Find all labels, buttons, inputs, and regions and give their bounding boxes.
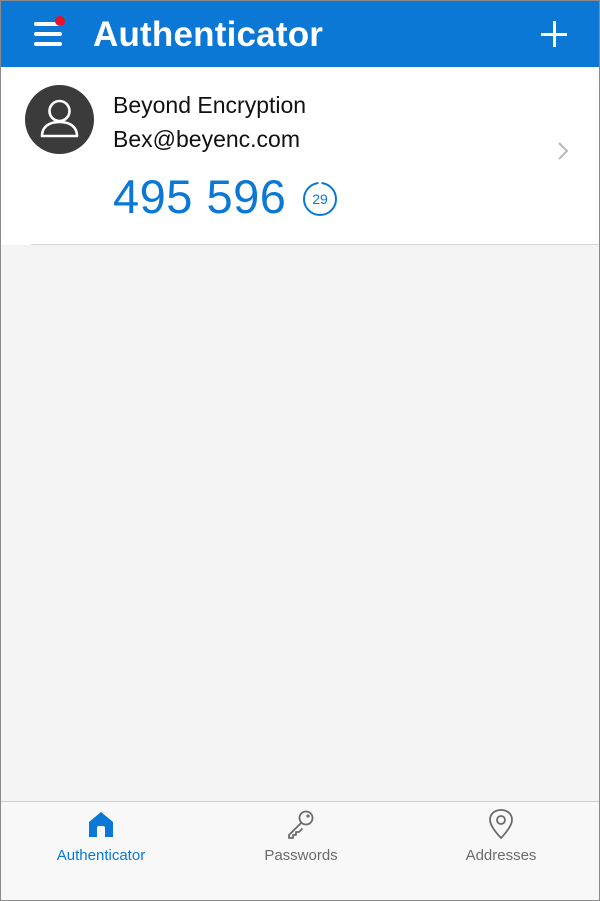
key-icon: [285, 808, 317, 840]
page-title: Authenticator: [93, 15, 324, 54]
tab-passwords-label: Passwords: [264, 847, 338, 864]
tab-addresses-label: Addresses: [465, 847, 537, 864]
notification-dot-icon: [55, 16, 65, 26]
add-account-button[interactable]: [539, 19, 569, 49]
menu-bar-middle: [34, 32, 62, 36]
one-time-code[interactable]: 495 596: [113, 169, 286, 225]
tab-passwords[interactable]: Passwords: [201, 802, 401, 900]
plus-icon-vertical: [553, 21, 556, 47]
user-avatar-icon: [25, 85, 94, 154]
countdown-seconds: 29: [312, 191, 328, 207]
authenticator-app: Authenticator Beyond Encryption Bex@beye…: [0, 0, 600, 901]
tab-addresses[interactable]: Addresses: [401, 802, 599, 900]
location-pin-icon: [485, 808, 517, 840]
chevron-right-icon: [556, 141, 570, 161]
tab-authenticator[interactable]: Authenticator: [1, 802, 201, 900]
bottom-tab-bar: Authenticator Passwords Addresses: [1, 801, 599, 900]
account-list-item[interactable]: Beyond Encryption Bex@beyenc.com 495 596…: [1, 67, 599, 245]
menu-button[interactable]: [31, 16, 65, 51]
app-header: Authenticator: [1, 1, 599, 67]
countdown-timer: 29: [300, 179, 340, 219]
home-icon: [85, 808, 117, 840]
empty-content-area: [1, 245, 599, 801]
tab-authenticator-label: Authenticator: [56, 847, 146, 864]
account-name: Beyond Encryption: [113, 92, 307, 118]
menu-bar-bottom: [34, 42, 62, 46]
account-email: Bex@beyenc.com: [113, 126, 300, 152]
